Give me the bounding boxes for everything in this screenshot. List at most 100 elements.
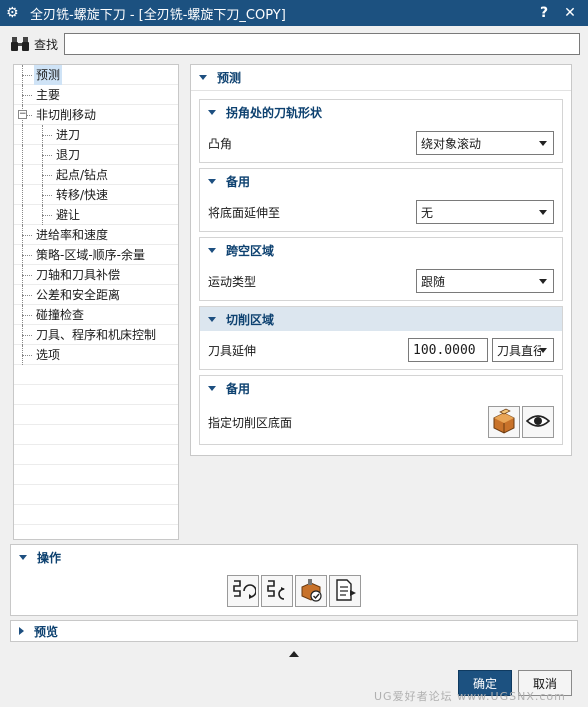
tree-item-label: 刀具、程序和机床控制	[36, 328, 157, 342]
tree-item-label: 主要	[36, 88, 61, 102]
tree-connector	[22, 295, 32, 296]
panel-header[interactable]: 预测	[191, 65, 571, 91]
search-label: 查找	[34, 37, 59, 52]
generate-button[interactable]	[227, 575, 259, 607]
extend-floor-dropdown[interactable]: 无	[416, 200, 554, 224]
help-button[interactable]: ?	[534, 5, 554, 21]
group-cut-region: 切削区域 刀具延伸 100.0000 刀具直径	[199, 306, 563, 370]
tree-connector	[22, 235, 32, 236]
list-button[interactable]	[329, 575, 361, 607]
tree-item[interactable]: 进刀	[14, 125, 178, 145]
tree-item[interactable]: 公差和安全距离	[14, 285, 178, 305]
operations-section: 操作	[10, 544, 578, 616]
group-cut-region-header[interactable]: 切削区域	[200, 307, 562, 331]
tool-extension-label: 刀具延伸	[208, 343, 257, 358]
search-row: 查找	[8, 32, 580, 56]
group-air-gap-header[interactable]: 跨空区域	[200, 238, 562, 262]
tree-item[interactable]: 策略-区域-顺序-余量	[14, 245, 178, 265]
show-button[interactable]	[522, 406, 554, 438]
group-spare-1-title: 备用	[226, 174, 251, 189]
panel-title: 预测	[217, 71, 242, 85]
collapse-triangle-icon	[208, 316, 216, 322]
tree-connector	[22, 275, 32, 276]
tree-connector	[22, 145, 23, 165]
tool-extension-unit-dropdown[interactable]: 刀具直径	[492, 338, 554, 362]
tree-item-label: 碰撞检查	[36, 308, 85, 322]
window-title: 全刃铣-螺旋下刀 - [全刃铣-螺旋下刀_COPY]	[30, 7, 286, 23]
tree-empty-row	[14, 405, 178, 425]
tree-item-label: 退刀	[56, 148, 81, 162]
tree-connector	[22, 355, 32, 356]
operations-title: 操作	[37, 550, 62, 565]
navigation-tree: 预测 主要 − 非切削移动 进刀 退刀 起点/钻点 转移/快速 避让 进给率和速度 策略-区域-顺序…	[13, 64, 179, 540]
tree-empty-row	[14, 365, 178, 385]
tree-item[interactable]: 退刀	[14, 145, 178, 165]
tree-connector	[22, 205, 23, 225]
group-air-gap-title: 跨空区域	[226, 243, 275, 258]
tree-item[interactable]: 转移/快速	[14, 185, 178, 205]
chevron-down-icon	[539, 279, 547, 284]
close-button[interactable]: ✕	[560, 5, 580, 21]
tree-connector	[22, 185, 23, 205]
group-spare-2-header[interactable]: 备用	[200, 376, 562, 400]
expand-triangle-icon	[19, 627, 24, 635]
tree-item[interactable]: 起点/钻点	[14, 165, 178, 185]
tree-connector	[22, 255, 32, 256]
collapse-triangle-icon	[19, 554, 27, 560]
tree-item-label: 转移/快速	[56, 188, 109, 202]
operations-header[interactable]: 操作	[11, 545, 577, 569]
search-input[interactable]	[64, 33, 580, 55]
tree-empty-row	[14, 465, 178, 485]
tree-connector	[22, 335, 32, 336]
gear-icon: ⚙	[6, 5, 19, 21]
chevron-down-icon	[539, 210, 547, 215]
extend-floor-row: 将底面延伸至 无	[200, 193, 562, 231]
tree-item-label: 公差和安全距离	[36, 288, 121, 302]
tree-item-label: 进给率和速度	[36, 228, 109, 242]
group-cut-region-title: 切削区域	[226, 312, 275, 327]
verify-button[interactable]	[295, 575, 327, 607]
tree-item-label: 起点/钻点	[56, 168, 109, 182]
tree-item[interactable]: 预测	[14, 65, 178, 85]
tree-item[interactable]: 避让	[14, 205, 178, 225]
tree-connector	[22, 165, 23, 185]
motion-type-dropdown[interactable]: 跟随	[416, 269, 554, 293]
tree-item[interactable]: 刀轴和刀具补偿	[14, 265, 178, 285]
motion-type-label: 运动类型	[208, 274, 257, 289]
tree-item[interactable]: 进给率和速度	[14, 225, 178, 245]
tree-item-label: 进刀	[56, 128, 81, 142]
tree-item-label: 避让	[56, 208, 81, 222]
replay-button[interactable]	[261, 575, 293, 607]
tree-item[interactable]: 主要	[14, 85, 178, 105]
tree-item[interactable]: 选项	[14, 345, 178, 365]
convex-corner-dropdown[interactable]: 绕对象滚动	[416, 131, 554, 155]
group-spare-1-header[interactable]: 备用	[200, 169, 562, 193]
generate-icon	[230, 577, 257, 606]
collapse-triangle-icon	[208, 247, 216, 253]
tree-connector	[42, 195, 52, 196]
tool-extension-input[interactable]: 100.0000	[408, 338, 488, 362]
tree-connector	[42, 135, 52, 136]
content-panel: 预测 拐角处的刀轨形状 凸角 绕对象滚动 备用 将底面延伸至 无 跨空区域 运动…	[190, 64, 572, 456]
group-corner-header[interactable]: 拐角处的刀轨形状	[200, 100, 562, 124]
convex-corner-value: 绕对象滚动	[421, 136, 482, 151]
tree-item[interactable]: 碰撞检查	[14, 305, 178, 325]
replay-icon	[264, 577, 290, 606]
select-face-button[interactable]	[488, 406, 520, 438]
group-spare-2-title: 备用	[226, 381, 251, 396]
tree-item[interactable]: 刀具、程序和机床控制	[14, 325, 178, 345]
tree-connector	[22, 125, 23, 145]
preview-header[interactable]: 预览	[11, 621, 577, 641]
tree-item-label: 非切削移动	[36, 108, 97, 122]
tree-connector	[22, 95, 32, 96]
collapse-triangle-icon	[208, 109, 216, 115]
motion-type-row: 运动类型 跟随	[200, 262, 562, 300]
verify-icon	[298, 577, 324, 606]
tree-item[interactable]: − 非切削移动	[14, 105, 178, 125]
collapse-up-icon[interactable]	[289, 651, 299, 657]
tree-empty-row	[14, 505, 178, 525]
convex-corner-label: 凸角	[208, 136, 233, 151]
tree-collapse-icon[interactable]: −	[18, 110, 27, 119]
tree-connector	[42, 175, 52, 176]
select-face-icon	[491, 408, 517, 437]
